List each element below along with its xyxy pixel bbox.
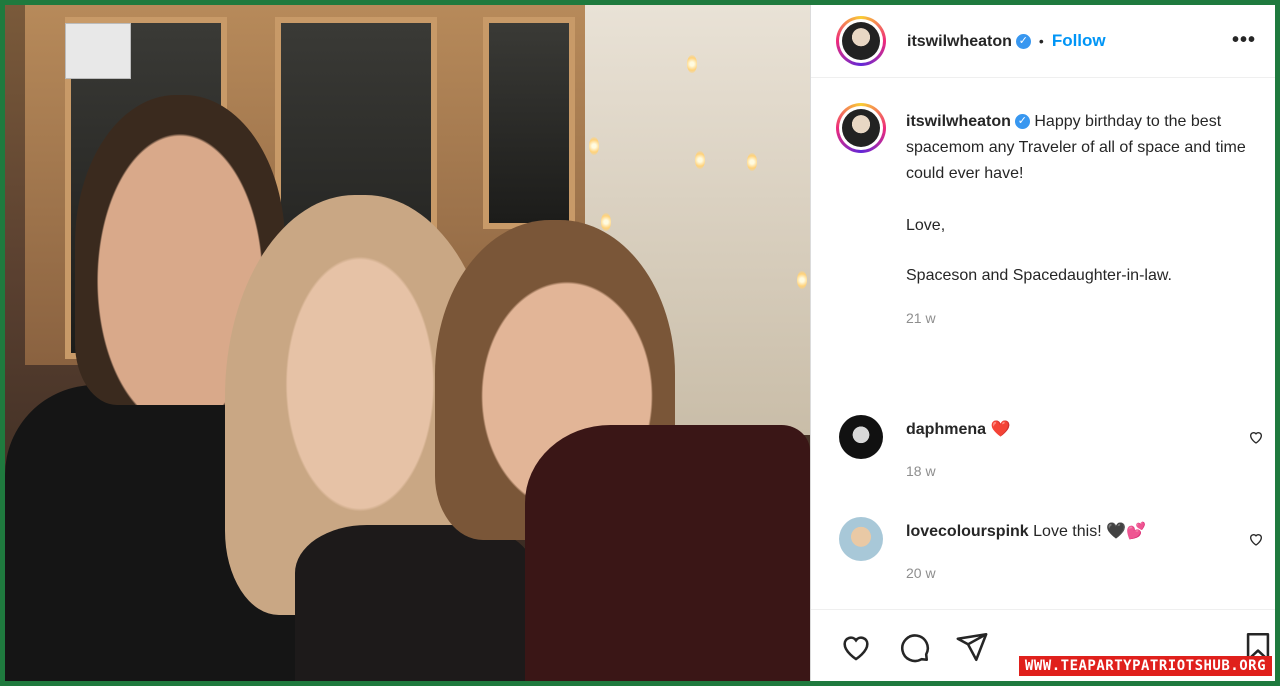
comment-username[interactable]: lovecolourspink xyxy=(906,523,1029,540)
header-user-row: itswilwheaton ✓ • Follow xyxy=(907,31,1106,51)
post-header: itswilwheaton ✓ • Follow ••• xyxy=(811,5,1275,78)
share-icon[interactable] xyxy=(955,630,989,664)
header-username[interactable]: itswilwheaton xyxy=(907,33,1012,50)
photo-candle xyxy=(695,151,705,169)
photo-person-body xyxy=(295,525,535,681)
comment-avatar[interactable] xyxy=(839,415,883,459)
comment-row: daphmena ❤️ xyxy=(906,419,1010,439)
post-sidebar: itswilwheaton ✓ • Follow ••• itswilwheaton ✓… xyxy=(810,5,1275,681)
photo-cabinet-pane xyxy=(483,17,575,229)
verified-badge-icon: ✓ xyxy=(1014,114,1030,130)
header-separator: • xyxy=(1038,33,1044,49)
caption-line-love: Love, xyxy=(906,217,946,234)
photo-candle xyxy=(797,271,807,289)
comment-time[interactable]: 20 w xyxy=(906,565,936,581)
post-photo[interactable] xyxy=(5,5,810,681)
caption-avatar[interactable] xyxy=(836,103,886,153)
heart-icon[interactable] xyxy=(839,630,873,664)
comment-icon[interactable] xyxy=(897,630,931,664)
caption-line-signoff: Spaceson and Spacedaughter-in-law. xyxy=(906,267,1172,284)
photo-candle xyxy=(589,137,599,155)
comment-row: lovecolourspink Love this! 🖤💕 xyxy=(906,521,1146,541)
photo-candle xyxy=(687,55,697,73)
site-watermark: WWW.TEAPARTYPATRIOTSHUB.ORG xyxy=(1018,656,1272,676)
caption-block: itswilwheaton ✓ Happy birthday to the bes… xyxy=(906,109,1246,331)
photo-person-body xyxy=(525,425,810,681)
more-options-icon[interactable]: ••• xyxy=(1232,29,1256,52)
follow-button[interactable]: Follow xyxy=(1052,31,1106,50)
caption-username[interactable]: itswilwheaton xyxy=(906,113,1011,130)
comment-avatar[interactable] xyxy=(839,517,883,561)
comment-text: ❤️ xyxy=(990,421,1011,438)
photo-thumbnail xyxy=(65,23,131,79)
comment-like-heart-icon[interactable] xyxy=(1248,531,1264,547)
comment-username[interactable]: daphmena xyxy=(906,421,986,438)
photo-candle xyxy=(601,213,611,231)
header-avatar[interactable] xyxy=(836,16,886,66)
comment-text: Love this! 🖤💕 xyxy=(1033,523,1146,540)
caption-time[interactable]: 21 w xyxy=(906,305,1246,331)
comment-time[interactable]: 18 w xyxy=(906,463,936,479)
verified-badge-icon: ✓ xyxy=(1015,34,1031,50)
comment-like-heart-icon[interactable] xyxy=(1248,429,1264,445)
post-frame: itswilwheaton ✓ • Follow ••• itswilwheaton ✓… xyxy=(5,5,1275,681)
photo-candle xyxy=(747,153,757,171)
